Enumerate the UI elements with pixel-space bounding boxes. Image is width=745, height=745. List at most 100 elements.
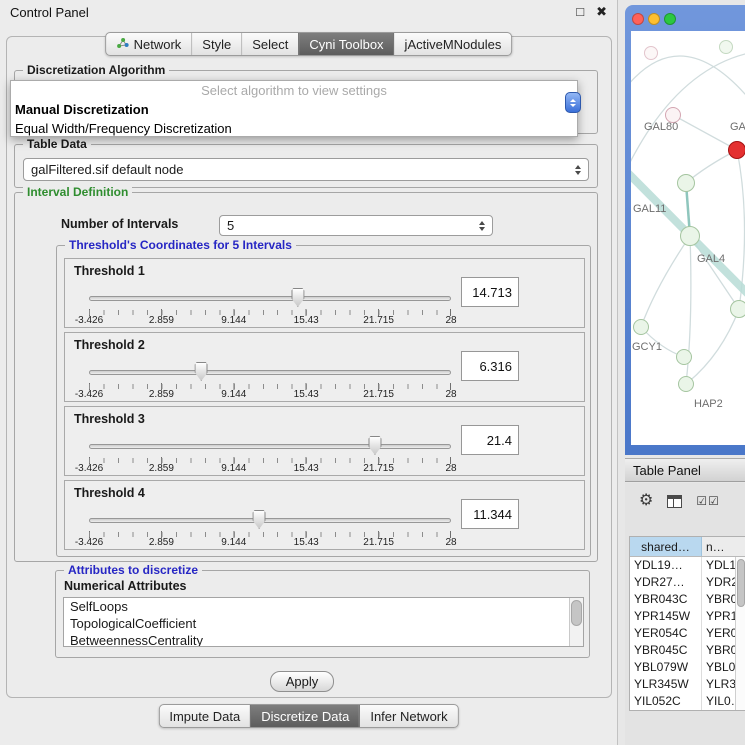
- cell-shared-name[interactable]: YBR043C: [630, 591, 702, 608]
- slider-track[interactable]: [89, 296, 451, 301]
- table-data-combobox[interactable]: galFiltered.sif default node: [23, 158, 589, 181]
- slider-track[interactable]: [89, 370, 451, 375]
- threshold-2-value-field[interactable]: [461, 351, 519, 381]
- threshold-3-value-field[interactable]: [461, 425, 519, 455]
- number-of-intervals-label: Number of Intervals: [61, 217, 178, 231]
- select-columns-checkbox-icons[interactable]: ☑☑: [696, 494, 720, 508]
- tab-infer-network[interactable]: Infer Network: [359, 705, 457, 727]
- thresholds-group: Threshold's Coordinates for 5 Intervals …: [56, 245, 591, 557]
- show-columns-icon[interactable]: [667, 495, 682, 508]
- network-icon: [116, 37, 129, 52]
- cell-shared-name[interactable]: YER054C: [630, 625, 702, 642]
- threshold-2-slider-thumb[interactable]: [195, 362, 208, 381]
- table-row[interactable]: YER054C YER0…: [630, 625, 745, 642]
- algorithm-combobox-stepper-icon[interactable]: [565, 92, 581, 113]
- dropdown-option-equal-width-frequency[interactable]: Equal Width/Frequency Discretization: [11, 119, 577, 138]
- threshold-4-value-field[interactable]: [461, 499, 519, 529]
- scale-label: -3.426: [75, 389, 103, 400]
- cell-shared-name[interactable]: YBR045C: [630, 642, 702, 659]
- table-scrollbar-thumb[interactable]: [737, 559, 745, 607]
- network-node[interactable]: [730, 300, 745, 318]
- tab-style[interactable]: Style: [191, 33, 241, 55]
- close-traffic-light-icon[interactable]: [632, 13, 644, 25]
- combobox-stepper-icon: [575, 165, 581, 175]
- scale-label: 21.715: [363, 463, 394, 474]
- attribute-list-item[interactable]: TopologicalCoefficient: [64, 615, 583, 632]
- threshold-2-slider[interactable]: [89, 361, 451, 383]
- attribute-list-item[interactable]: SelfLoops: [64, 598, 583, 615]
- list-scrollbar[interactable]: [569, 598, 583, 646]
- threshold-label: Threshold 1: [74, 264, 145, 278]
- threshold-1-value-field[interactable]: [461, 277, 519, 307]
- scale-label: 21.715: [363, 315, 394, 326]
- table-row[interactable]: YBL079W YBL0…: [630, 659, 745, 676]
- table-row[interactable]: YDR27… YDR2…: [630, 574, 745, 591]
- cell-shared-name[interactable]: YBL079W: [630, 659, 702, 676]
- table-row[interactable]: YLR345W YLR3…: [630, 676, 745, 693]
- column-header-shared-name[interactable]: shared…: [630, 537, 702, 556]
- scale-label: 28: [445, 537, 456, 548]
- apply-button[interactable]: Apply: [270, 671, 334, 692]
- cyni-mode-tab-bar: Impute Data Discretize Data Infer Networ…: [158, 704, 458, 728]
- close-window-icon[interactable]: ✖: [596, 4, 607, 20]
- attribute-list-item[interactable]: BetweennessCentrality: [64, 632, 583, 647]
- network-node-gal4[interactable]: [680, 226, 700, 246]
- slider-track[interactable]: [89, 444, 451, 449]
- threshold-3-slider-thumb[interactable]: [368, 436, 381, 455]
- network-node[interactable]: [719, 40, 733, 54]
- cell-shared-name[interactable]: YDL19…: [630, 557, 702, 574]
- cell-shared-name[interactable]: YLR345W: [630, 676, 702, 693]
- tab-network[interactable]: Network: [106, 33, 192, 55]
- table-toolbar: ⚙ ☑☑: [639, 491, 720, 511]
- table-row[interactable]: YBR043C YBR0…: [630, 591, 745, 608]
- threshold-label: Threshold 3: [74, 412, 145, 426]
- tab-select[interactable]: Select: [241, 33, 298, 55]
- node-label-gal4: GAL4: [697, 253, 725, 265]
- scale-label: 15.43: [294, 537, 319, 548]
- slider-track[interactable]: [89, 518, 451, 523]
- float-window-icon[interactable]: □: [576, 4, 584, 20]
- cell-shared-name[interactable]: YPR145W: [630, 608, 702, 625]
- tab-label: Impute Data: [169, 709, 240, 724]
- list-scrollbar-thumb[interactable]: [571, 600, 582, 626]
- scale-label: 15.43: [294, 389, 319, 400]
- number-of-intervals-combobox[interactable]: 5: [219, 215, 493, 236]
- scale-label: 2.859: [149, 537, 174, 548]
- threshold-1-slider[interactable]: [89, 287, 451, 309]
- threshold-4-slider[interactable]: [89, 509, 451, 531]
- threshold-3-panel: Threshold 3 -3.4262.8599.14415.4321.7152…: [64, 406, 585, 476]
- threshold-1-slider-thumb[interactable]: [291, 288, 304, 307]
- gear-icon[interactable]: ⚙: [639, 491, 653, 511]
- threshold-label: Threshold 4: [74, 486, 145, 500]
- zoom-traffic-light-icon[interactable]: [664, 13, 676, 25]
- cell-shared-name[interactable]: YDR27…: [630, 574, 702, 591]
- dropdown-option-manual-discretization[interactable]: Manual Discretization: [11, 100, 577, 119]
- network-node[interactable]: [676, 349, 692, 365]
- table-data-group: Table Data galFiltered.sif default node: [14, 144, 598, 188]
- tab-cyni-toolbox[interactable]: Cyni Toolbox: [298, 33, 393, 55]
- network-canvas[interactable]: GAL80 GA GAL11 GAL4 GCY1 HAP2: [631, 31, 745, 445]
- table-row[interactable]: YDL19… YDL1…: [630, 557, 745, 574]
- network-node-hap2[interactable]: [678, 376, 694, 392]
- table-row[interactable]: YPR145W YPR1…: [630, 608, 745, 625]
- tab-label: Cyni Toolbox: [309, 37, 383, 52]
- threshold-4-slider-thumb[interactable]: [253, 510, 266, 529]
- scale-label: -3.426: [75, 537, 103, 548]
- minimize-traffic-light-icon[interactable]: [648, 13, 660, 25]
- table-row[interactable]: YBR045C YBR0…: [630, 642, 745, 659]
- node-table: shared… n… YDL19… YDL1… YDR27… YDR2…: [629, 536, 745, 711]
- attributes-group: Attributes to discretize Numerical Attri…: [55, 570, 590, 658]
- network-node[interactable]: [644, 46, 658, 60]
- network-node-gcy1[interactable]: [633, 319, 649, 335]
- table-scrollbar[interactable]: [735, 557, 745, 710]
- tab-jactivemnodules[interactable]: jActiveMNodules: [394, 33, 512, 55]
- network-node-gal11[interactable]: [677, 174, 695, 192]
- column-header-name[interactable]: n…: [702, 537, 745, 556]
- cell-shared-name[interactable]: YIL052C: [630, 693, 702, 710]
- network-node-highlighted[interactable]: [728, 141, 745, 159]
- tab-impute-data[interactable]: Impute Data: [159, 705, 250, 727]
- table-row[interactable]: YIL052C YIL0…: [630, 693, 745, 710]
- tab-discretize-data[interactable]: Discretize Data: [250, 705, 359, 727]
- dropdown-placeholder: Select algorithm to view settings: [11, 81, 577, 100]
- threshold-3-slider[interactable]: [89, 435, 451, 457]
